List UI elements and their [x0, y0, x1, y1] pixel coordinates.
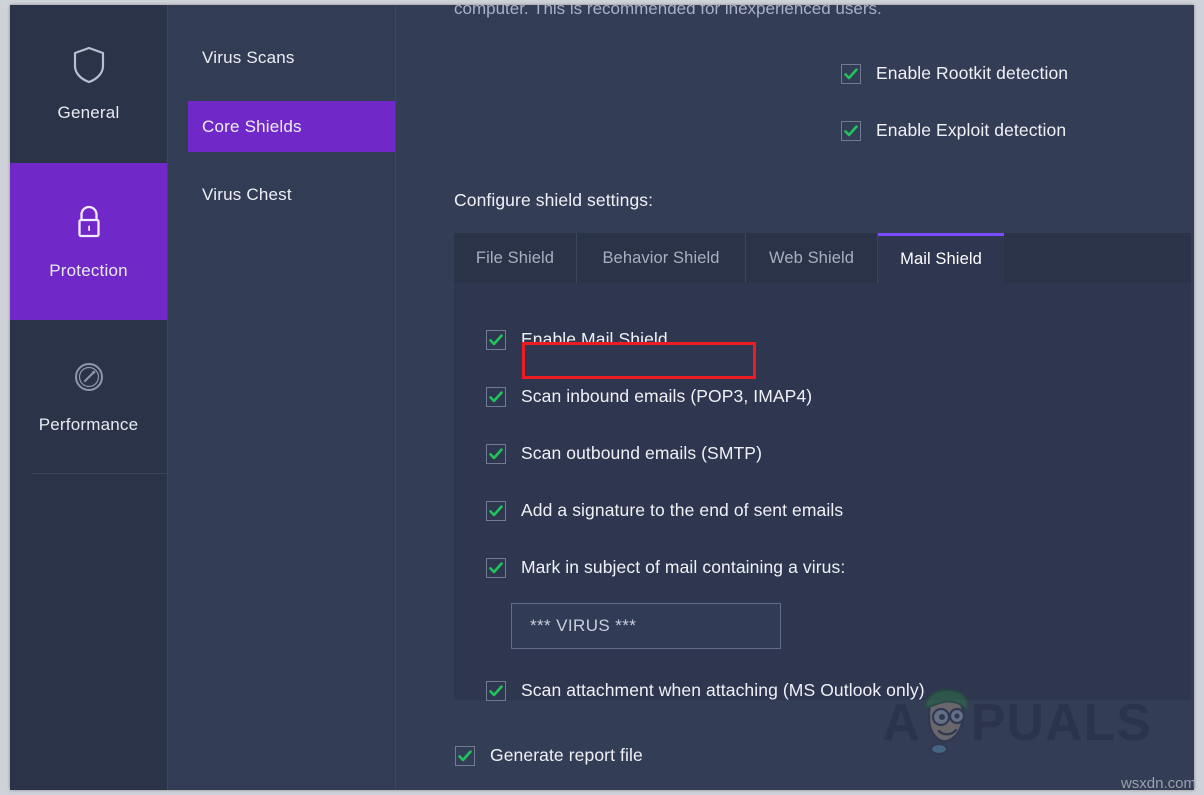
checkbox-enable-mail-shield-label: Enable Mail Shield — [521, 329, 668, 349]
main-content: computer. This is recommended for inexpe… — [395, 5, 1194, 790]
checkbox-mark-subject[interactable] — [486, 557, 506, 578]
checkbox-scan-attachment-label: Scan attachment when attaching (MS Outlo… — [521, 680, 925, 700]
tab-web-shield[interactable]: Web Shield — [746, 233, 878, 283]
checkbox-row-exploit-detection[interactable]: Enable Exploit detection — [841, 120, 1066, 141]
sidebar-item-virus-chest[interactable]: Virus Chest — [188, 169, 396, 220]
screenshot-root: General Protection Performance Virus Sca… — [0, 0, 1204, 795]
tab-mail-shield[interactable]: Mail Shield — [878, 233, 1004, 283]
watermark-text-right: PUALS — [970, 693, 1152, 752]
virus-subject-input[interactable]: *** VIRUS *** — [511, 603, 781, 649]
checkbox-scan-outbound-emails-label: Scan outbound emails (SMTP) — [521, 443, 763, 463]
nav-item-performance-label: Performance — [38, 414, 139, 434]
checkbox-rootkit-detection[interactable] — [841, 63, 861, 84]
sidebar-item-virus-scans[interactable]: Virus Scans — [188, 32, 396, 83]
sidebar-item-core-shields-label: Core Shields — [202, 116, 302, 136]
tab-file-shield[interactable]: File Shield — [454, 233, 577, 283]
checkbox-exploit-detection[interactable] — [841, 120, 861, 141]
checkbox-generate-report-file[interactable] — [455, 745, 475, 766]
appuals-watermark: A PUALS — [882, 683, 1152, 762]
tab-behavior-shield-label: Behavior Shield — [602, 248, 720, 267]
checkbox-scan-attachment[interactable] — [486, 680, 506, 701]
checkbox-mark-subject-label: Mark in subject of mail containing a vir… — [521, 557, 846, 577]
nav-divider — [32, 473, 167, 474]
sidebar-item-virus-scans-label: Virus Scans — [202, 47, 295, 67]
nav-item-performance[interactable]: Performance — [10, 320, 167, 473]
speedometer-icon — [72, 359, 106, 402]
checkbox-add-signature-label: Add a signature to the end of sent email… — [521, 500, 844, 520]
checkbox-scan-inbound-emails-label: Scan inbound emails (POP3, IMAP4) — [521, 386, 813, 406]
lock-icon — [72, 203, 106, 248]
nav-item-general[interactable]: General — [10, 5, 167, 163]
checkbox-enable-mail-shield[interactable] — [486, 329, 506, 350]
checkbox-exploit-detection-label: Enable Exploit detection — [876, 120, 1067, 140]
shield-settings-card: File Shield Behavior Shield Web Shield M… — [454, 233, 1191, 701]
nav-item-general-label: General — [57, 103, 120, 122]
primary-nav-rail: General Protection Performance — [10, 5, 167, 790]
checkbox-generate-report-file-label: Generate report file — [490, 745, 643, 765]
checkbox-row-scan-inbound-emails[interactable]: Scan inbound emails (POP3, IMAP4) — [486, 386, 812, 407]
avast-settings-window: General Protection Performance Virus Sca… — [10, 5, 1194, 790]
clipped-description-text: computer. This is recommended for inexpe… — [454, 5, 882, 18]
checkbox-row-scan-attachment[interactable]: Scan attachment when attaching (MS Outlo… — [486, 680, 925, 701]
checkbox-add-signature[interactable] — [486, 500, 506, 521]
site-stamp: wsxdn.com — [1120, 775, 1196, 792]
checkbox-row-mark-subject[interactable]: Mark in subject of mail containing a vir… — [486, 557, 845, 578]
nav-item-protection[interactable]: Protection — [10, 163, 167, 320]
checkbox-scan-outbound-emails[interactable] — [486, 443, 506, 464]
checkbox-row-rootkit-detection[interactable]: Enable Rootkit detection — [841, 63, 1068, 84]
checkbox-scan-inbound-emails[interactable] — [486, 386, 506, 407]
shield-icon — [72, 45, 106, 90]
mascot-face-icon — [911, 683, 977, 762]
secondary-nav-panel: Virus Scans Core Shields Virus Chest — [167, 5, 396, 790]
mail-shield-panel: Enable Mail Shield Scan inbound emails (… — [454, 283, 1191, 701]
checkbox-rootkit-detection-label: Enable Rootkit detection — [876, 63, 1069, 83]
section-title-configure-shield-settings: Configure shield settings: — [454, 190, 654, 210]
tab-behavior-shield[interactable]: Behavior Shield — [577, 233, 746, 283]
checkbox-row-enable-mail-shield[interactable]: Enable Mail Shield — [486, 329, 668, 350]
tab-web-shield-label: Web Shield — [768, 248, 855, 267]
checkbox-row-scan-outbound-emails[interactable]: Scan outbound emails (SMTP) — [486, 443, 762, 464]
tab-file-shield-label: File Shield — [475, 248, 555, 267]
tab-mail-shield-label: Mail Shield — [900, 250, 982, 268]
nav-item-protection-label: Protection — [49, 260, 128, 280]
shield-tabs: File Shield Behavior Shield Web Shield M… — [454, 233, 1191, 283]
sidebar-item-virus-chest-label: Virus Chest — [202, 184, 292, 204]
checkbox-row-generate-report-file[interactable]: Generate report file — [455, 745, 643, 766]
checkbox-row-add-signature[interactable]: Add a signature to the end of sent email… — [486, 500, 843, 521]
sidebar-item-core-shields[interactable]: Core Shields — [188, 101, 396, 152]
